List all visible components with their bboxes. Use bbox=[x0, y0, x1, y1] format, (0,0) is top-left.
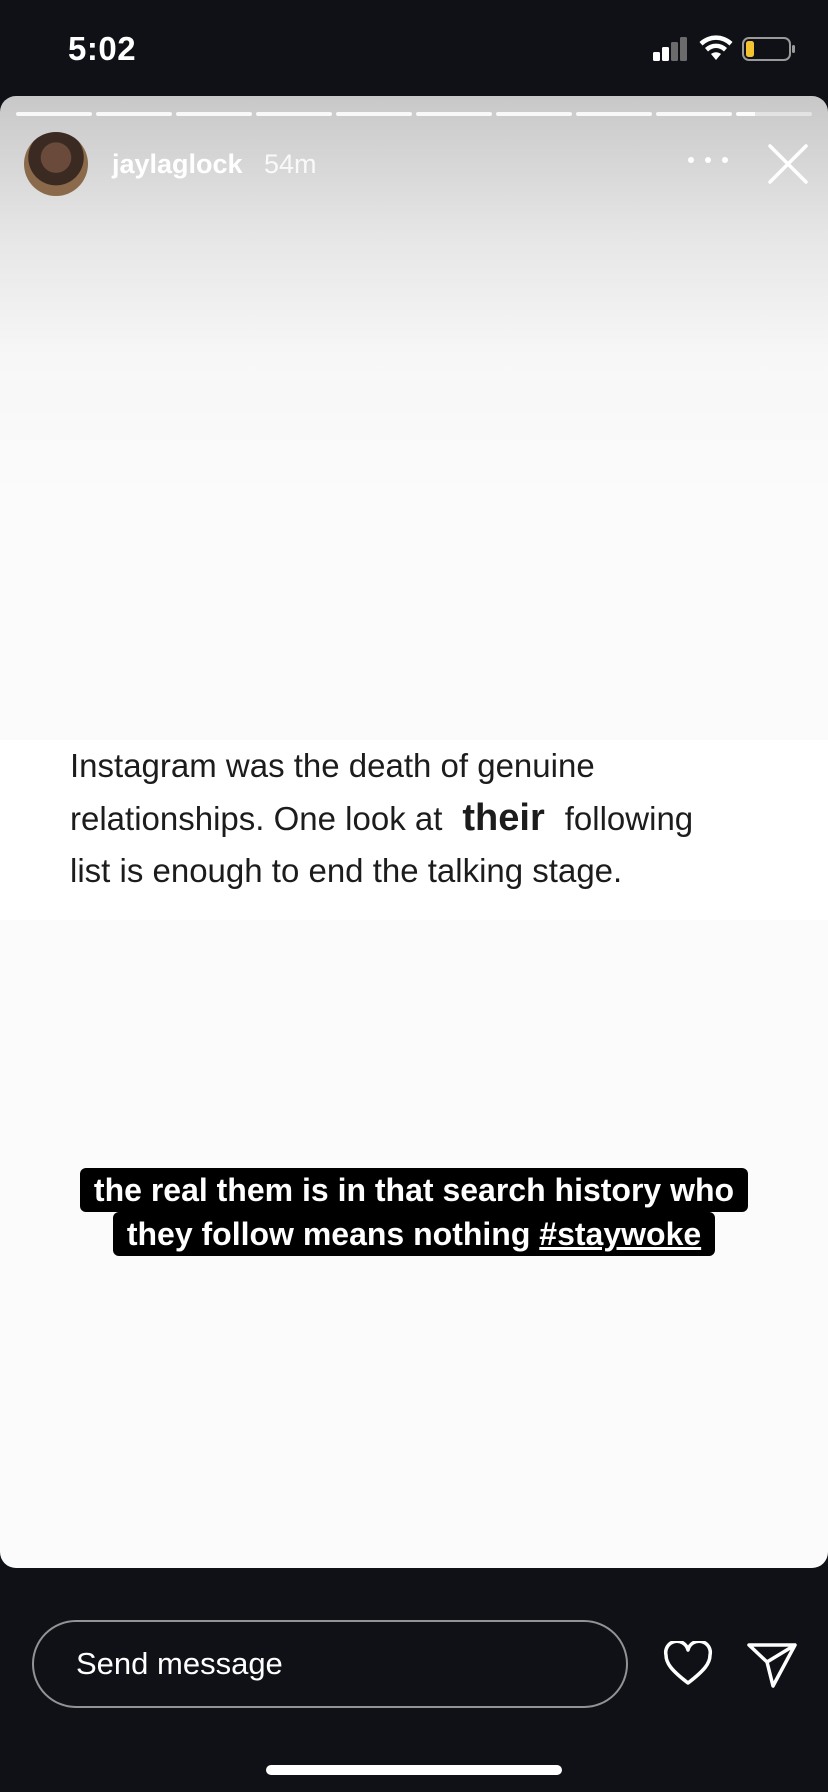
story-viewer[interactable]: jaylaglock 54m Instagram was the death o… bbox=[0, 96, 828, 1568]
story-caption: the real them is in that search history … bbox=[0, 1168, 828, 1256]
quote-emphasis: their bbox=[462, 797, 545, 839]
story-progress-bar bbox=[16, 112, 812, 116]
progress-segment bbox=[496, 112, 572, 116]
quote-line-1: Instagram was the death of genuine bbox=[70, 747, 595, 784]
wifi-icon bbox=[699, 35, 733, 60]
progress-segment bbox=[416, 112, 492, 116]
hashtag-link[interactable]: #staywoke bbox=[539, 1216, 701, 1252]
home-indicator[interactable] bbox=[266, 1765, 562, 1775]
progress-segment bbox=[336, 112, 412, 116]
cellular-signal-icon bbox=[653, 37, 687, 61]
progress-segment bbox=[16, 112, 92, 116]
progress-segment bbox=[576, 112, 652, 116]
more-dot bbox=[722, 157, 728, 163]
progress-segment bbox=[176, 112, 252, 116]
more-dot bbox=[705, 157, 711, 163]
progress-segment-current bbox=[736, 112, 812, 116]
close-icon[interactable] bbox=[766, 142, 810, 186]
story-timestamp: 54m bbox=[264, 149, 317, 179]
progress-segment bbox=[256, 112, 332, 116]
more-horizontal-icon bbox=[688, 157, 694, 163]
battery-low-icon bbox=[742, 37, 795, 61]
status-bar: 5:02 bbox=[0, 0, 828, 96]
quote-line-2: relationships. One look at their following bbox=[70, 792, 810, 845]
send-message-input[interactable] bbox=[32, 1620, 628, 1708]
shared-screenshot: Instagram was the death of genuine relat… bbox=[0, 740, 828, 920]
send-icon[interactable] bbox=[746, 1640, 798, 1690]
caption-text: they follow means nothing bbox=[126, 1216, 540, 1252]
caption-line-2: they follow means nothing #staywoke bbox=[112, 1212, 716, 1256]
avatar[interactable] bbox=[24, 132, 88, 196]
quote-line-2-after: following bbox=[564, 800, 694, 837]
more-options-button[interactable] bbox=[688, 148, 728, 172]
story-username[interactable]: jaylaglock bbox=[112, 149, 243, 180]
screenshot-quote: Instagram was the death of genuine relat… bbox=[70, 740, 810, 897]
quote-line-2-before: relationships. One look at bbox=[70, 800, 443, 837]
progress-segment bbox=[656, 112, 732, 116]
caption-line-1: the real them is in that search history … bbox=[79, 1168, 749, 1212]
status-time: 5:02 bbox=[68, 30, 137, 67]
heart-icon[interactable] bbox=[663, 1641, 713, 1687]
quote-line-3: list is enough to end the talking stage. bbox=[70, 852, 623, 889]
progress-segment bbox=[96, 112, 172, 116]
